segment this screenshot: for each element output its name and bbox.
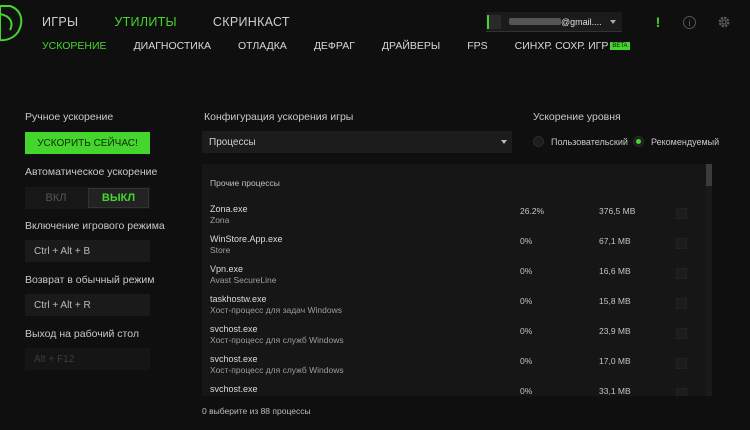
process-row[interactable]: taskhostw.exe Хост-процесс для задач Win… xyxy=(202,294,702,324)
game-mode-hotkey-field[interactable]: Ctrl + Alt + B xyxy=(25,240,150,262)
radio-custom[interactable]: Пользовательский xyxy=(533,136,628,147)
process-desc: Avast SecureLine xyxy=(210,275,277,285)
process-row[interactable]: Zona.exe Zona 26.2% 376,5 MB xyxy=(202,204,702,234)
process-desc: Zona xyxy=(210,215,230,225)
top-nav: ИГРЫ УТИЛИТЫ СКРИНКАСТ xyxy=(42,15,326,29)
email-redacted xyxy=(509,17,561,25)
subtab-drivers[interactable]: ДРАЙВЕРЫ xyxy=(382,40,440,52)
process-mem: 33,1 MB xyxy=(599,386,631,396)
sub-nav: УСКОРЕНИЕ ДИАГНОСТИКА ОТЛАДКА ДЕФРАГ ДРА… xyxy=(42,40,657,52)
radio-custom-label: Пользовательский xyxy=(551,136,628,147)
manual-boost-label: Ручное ускорение xyxy=(25,111,114,123)
tab-games[interactable]: ИГРЫ xyxy=(42,15,78,29)
boost-now-button[interactable]: УСКОРИТЬ СЕЙЧАС! xyxy=(25,132,150,154)
desktop-exit-hotkey-field[interactable]: Alt + F12 xyxy=(25,348,150,370)
process-checkbox[interactable] xyxy=(676,208,687,219)
desktop-exit-label: Выход на рабочий стол xyxy=(25,328,139,340)
scrollbar[interactable] xyxy=(706,164,712,396)
auto-boost-label: Автоматическое ускорение xyxy=(25,166,158,178)
process-cpu: 0% xyxy=(520,296,533,306)
process-name: svchost.exe xyxy=(210,324,258,334)
chevron-down-icon xyxy=(610,20,616,24)
radio-dot xyxy=(533,136,544,147)
process-mem: 376,5 MB xyxy=(599,206,636,216)
process-group-label: Прочие процессы xyxy=(210,178,280,188)
subtab-debug[interactable]: ОТЛАДКА xyxy=(238,40,287,52)
process-mem: 15,8 MB xyxy=(599,296,631,306)
process-row[interactable]: svchost.exe Хост-процесс для служб Windo… xyxy=(202,354,702,384)
process-checkbox[interactable] xyxy=(676,388,687,396)
process-cpu: 0% xyxy=(520,356,533,366)
game-mode-label: Включение игрового режима xyxy=(25,220,165,232)
process-desc: Хост-процесс для служб Windows xyxy=(210,335,344,345)
account-email: @gmail.... xyxy=(509,17,605,27)
subtab-game-save-sync[interactable]: СИНХР. СОХР. ИГР BETA xyxy=(515,40,630,52)
config-title: Конфигурация ускорения игры xyxy=(204,111,354,123)
process-checkbox[interactable] xyxy=(676,328,687,339)
process-mem: 67,1 MB xyxy=(599,236,631,246)
subtab-game-save-sync-label: СИНХР. СОХР. ИГР xyxy=(514,40,609,52)
normal-mode-label: Возврат в обычный режим xyxy=(25,274,155,286)
selection-count: 0 выберите из 88 процессы xyxy=(202,406,311,416)
account-dropdown[interactable]: @gmail.... xyxy=(486,12,622,32)
process-name: Vpn.exe xyxy=(210,264,244,274)
razer-logo-icon[interactable] xyxy=(0,4,26,42)
process-cpu: 0% xyxy=(520,386,533,396)
auto-boost-toggle[interactable]: ВКЛ ВЫКЛ xyxy=(25,187,150,209)
process-desc: Store xyxy=(210,245,231,255)
process-mem: 16,6 MB xyxy=(599,266,631,276)
process-row[interactable]: svchost.exe Хост-процесс для служб Windo… xyxy=(202,324,702,354)
process-row[interactable]: Vpn.exe Avast SecureLine 0% 16,6 MB xyxy=(202,264,702,294)
process-checkbox[interactable] xyxy=(676,238,687,249)
radio-dot-selected xyxy=(633,136,644,147)
process-cpu: 0% xyxy=(520,266,533,276)
process-row[interactable]: WinStore.App.exe Store 0% 67,1 MB xyxy=(202,234,702,264)
process-desc: Хост-процесс для задач Windows xyxy=(210,305,342,315)
avatar xyxy=(487,14,501,29)
process-checkbox[interactable] xyxy=(676,268,687,279)
tab-screencast[interactable]: СКРИНКАСТ xyxy=(213,15,290,29)
gear-icon[interactable] xyxy=(716,14,732,30)
level-title: Ускорение уровня xyxy=(533,111,621,123)
process-cpu: 0% xyxy=(520,236,533,246)
toggle-off-option[interactable]: ВЫКЛ xyxy=(88,188,149,208)
info-icon[interactable]: i xyxy=(683,16,696,29)
config-select[interactable]: Процессы xyxy=(202,131,512,153)
process-name: Zona.exe xyxy=(210,204,248,214)
process-row[interactable]: svchost.exe 0% 33,1 MB xyxy=(202,384,702,396)
toggle-on-option[interactable]: ВКЛ xyxy=(25,187,87,209)
subtab-diagnostics[interactable]: ДИАГНОСТИКА xyxy=(134,40,211,52)
subtab-defrag[interactable]: ДЕФРАГ xyxy=(314,40,355,52)
process-name: svchost.exe xyxy=(210,384,258,394)
process-name: taskhostw.exe xyxy=(210,294,267,304)
normal-mode-hotkey-field[interactable]: Ctrl + Alt + R xyxy=(25,294,150,316)
chevron-down-icon xyxy=(501,140,507,144)
process-checkbox[interactable] xyxy=(676,298,687,309)
subtab-boost[interactable]: УСКОРЕНИЕ xyxy=(42,40,107,52)
beta-badge: BETA xyxy=(610,42,630,50)
config-select-value: Процессы xyxy=(209,136,256,148)
tab-utilities[interactable]: УТИЛИТЫ xyxy=(114,15,177,29)
process-cpu: 26.2% xyxy=(520,206,545,216)
alert-icon[interactable]: ! xyxy=(650,14,666,30)
radio-recommended[interactable]: Рекомендуемый xyxy=(633,136,719,147)
process-mem: 17,0 MB xyxy=(599,356,631,366)
process-desc: Хост-процесс для служб Windows xyxy=(210,365,344,375)
scrollbar-thumb[interactable] xyxy=(706,164,712,186)
radio-recommended-label: Рекомендуемый xyxy=(651,136,720,147)
email-suffix: @gmail.... xyxy=(561,16,602,27)
process-name: WinStore.App.exe xyxy=(210,234,283,244)
process-name: svchost.exe xyxy=(210,354,258,364)
process-mem: 23,9 MB xyxy=(599,326,631,336)
process-list[interactable]: Прочие процессы Zona.exe Zona 26.2% 376,… xyxy=(202,164,712,396)
process-checkbox[interactable] xyxy=(676,358,687,369)
process-cpu: 0% xyxy=(520,326,533,336)
subtab-fps[interactable]: FPS xyxy=(467,40,487,52)
